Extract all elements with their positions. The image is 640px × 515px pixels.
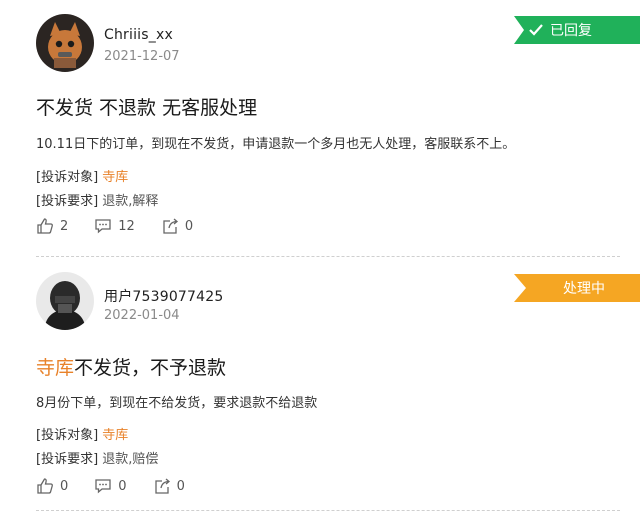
comment-button[interactable]: 12 <box>94 217 135 235</box>
complaint-target-label: [投诉对象] <box>36 428 99 443</box>
post-description: 8月份下单，到现在不给发货，要求退款不给退款 <box>36 396 318 411</box>
complaint-target: [投诉对象] 寺库 <box>36 166 128 185</box>
avatar[interactable] <box>36 272 94 330</box>
action-bar: 0 0 0 <box>36 477 211 495</box>
like-count: 0 <box>60 478 69 494</box>
complaint-demand-value: 退款,赔偿 <box>102 452 159 467</box>
status-badge: 已回复 <box>514 16 640 44</box>
post-date: 2021-12-07 <box>104 49 180 64</box>
share-button[interactable]: 0 <box>161 217 193 235</box>
share-count: 0 <box>176 478 185 494</box>
complaint-demand: [投诉要求] 退款,赔偿 <box>36 448 158 467</box>
post-title[interactable]: 寺库不发货，不予退款 <box>36 353 226 380</box>
comment-count: 12 <box>118 218 135 234</box>
status-label: 已回复 <box>550 23 592 39</box>
complaint-target-value[interactable]: 寺库 <box>102 428 128 443</box>
complaint-demand-label: [投诉要求] <box>36 452 99 467</box>
complaint-demand: [投诉要求] 退款,解释 <box>36 190 158 209</box>
comment-button[interactable]: 0 <box>94 477 127 495</box>
comment-icon <box>95 219 111 234</box>
avatar[interactable] <box>36 14 94 72</box>
share-icon <box>163 218 178 234</box>
thumbs-up-icon <box>37 218 53 234</box>
complaint-demand-value: 退款,解释 <box>102 194 159 209</box>
like-button[interactable]: 0 <box>36 477 68 495</box>
thumbs-up-icon <box>37 478 53 494</box>
complaint-card[interactable]: Chriiis_xx 2021-12-07 已回复 不发货 不退款 无客服处理 … <box>0 0 640 258</box>
complaint-target: [投诉对象] 寺库 <box>36 424 128 443</box>
divider <box>36 256 620 257</box>
share-count: 0 <box>184 218 194 234</box>
comment-icon <box>95 479 111 494</box>
status-label: 处理中 <box>563 281 605 297</box>
post-title-text: 不发货，不予退款 <box>74 357 227 379</box>
complaint-target-value[interactable]: 寺库 <box>102 170 128 185</box>
status-badge: 处理中 <box>514 274 640 302</box>
share-icon <box>154 478 170 494</box>
check-icon <box>529 24 543 36</box>
comment-count: 0 <box>118 478 127 494</box>
username[interactable]: 用户7539077425 <box>104 286 223 306</box>
like-count: 2 <box>60 218 69 234</box>
post-date: 2022-01-04 <box>104 308 180 323</box>
username[interactable]: Chriiis_xx <box>104 27 173 43</box>
complaint-demand-label: [投诉要求] <box>36 194 99 209</box>
like-button[interactable]: 2 <box>36 217 68 235</box>
post-description: 10.11日下的订单，到现在不发货，申请退款一个多月也无人处理，客服联系不上。 <box>36 137 516 152</box>
divider <box>36 510 620 511</box>
action-bar: 2 12 0 <box>36 217 219 235</box>
complaint-target-label: [投诉对象] <box>36 170 99 185</box>
post-title[interactable]: 不发货 不退款 无客服处理 <box>36 93 257 120</box>
share-button[interactable]: 0 <box>153 477 185 495</box>
post-title-highlight[interactable]: 寺库 <box>36 357 74 379</box>
